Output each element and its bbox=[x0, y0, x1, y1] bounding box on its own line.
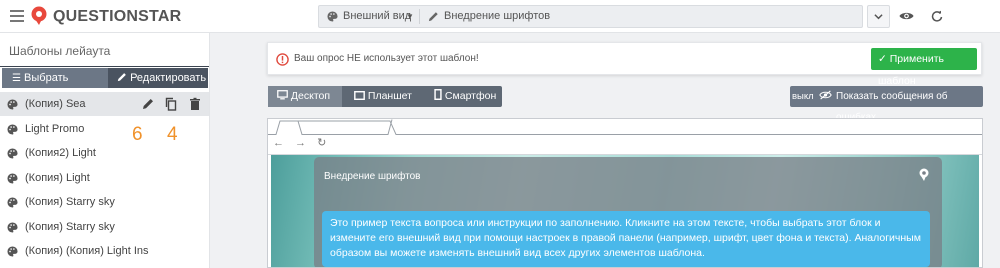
eye-off-icon bbox=[819, 86, 833, 107]
card-title: Внедрение шрифтов bbox=[324, 171, 421, 182]
alert-icon bbox=[276, 53, 289, 66]
layout-toolbar: Внешний вид ▼ Внедрение шрифтов bbox=[318, 5, 863, 28]
sidebar-divider bbox=[0, 66, 209, 67]
device-phone-tab[interactable]: Смартфон bbox=[424, 86, 502, 107]
logo-marker-icon bbox=[919, 168, 929, 181]
refresh-icon[interactable] bbox=[925, 5, 948, 28]
edit-pencil-icon[interactable] bbox=[140, 96, 156, 112]
annotation-4: 4 bbox=[167, 124, 178, 145]
palette-icon bbox=[7, 172, 18, 184]
palette-icon bbox=[7, 148, 18, 159]
device-switch: Десктоп Планшет Смартфон bbox=[268, 86, 502, 107]
template-name: (Копия) Light bbox=[25, 171, 90, 184]
alert-text: Ваш опрос НЕ использует этот шаблон! bbox=[294, 53, 479, 64]
templates-sidebar: Шаблоны лейаута ☰ Выбрать шаблон Редакти… bbox=[0, 33, 210, 268]
pencil-icon bbox=[117, 73, 126, 82]
template-alert: Ваш опрос НЕ использует этот шаблон! ✓ П… bbox=[267, 42, 982, 87]
copy-icon[interactable] bbox=[163, 96, 179, 112]
palette-icon bbox=[7, 99, 18, 110]
logo-text: QUESTIONSTAR bbox=[53, 8, 182, 25]
browser-tab bbox=[268, 119, 982, 135]
check-icon: ✓ bbox=[878, 53, 887, 65]
phone-icon bbox=[434, 89, 442, 100]
logo-icon bbox=[31, 6, 47, 25]
palette-icon bbox=[7, 246, 18, 257]
select-template-button[interactable]: ☰ Выбрать шаблон bbox=[2, 68, 108, 105]
template-name: (Копия) Sea bbox=[25, 98, 86, 110]
palette-icon bbox=[7, 123, 18, 135]
template-name: (Копия) Starry sky bbox=[25, 220, 115, 233]
list-icon: ☰ bbox=[12, 73, 21, 84]
device-desktop-tab[interactable]: Десктоп bbox=[268, 86, 342, 107]
template-name: (Копия) (Копия) Light Ins bbox=[25, 245, 149, 257]
template-name: Light Promo bbox=[25, 122, 85, 135]
template-item[interactable]: (Копия) Light bbox=[0, 166, 209, 190]
delete-icon[interactable] bbox=[187, 96, 203, 112]
palette-icon bbox=[7, 221, 18, 233]
chevron-down-icon[interactable] bbox=[867, 5, 890, 28]
top-bar: QUESTIONSTAR Внешний вид ▼ Внедрение шри… bbox=[0, 0, 1000, 33]
device-tablet-tab[interactable]: Планшет bbox=[344, 86, 422, 107]
browser-nav-icons[interactable]: ← → ↻ bbox=[273, 136, 330, 149]
device-phone-label: Смартфон bbox=[444, 90, 497, 102]
eye-icon[interactable] bbox=[895, 5, 918, 28]
template-item[interactable]: (Копия) Starry sky bbox=[0, 190, 209, 214]
apply-template-button[interactable]: ✓ Применить шаблон bbox=[871, 48, 977, 87]
appearance-menu[interactable]: Внешний вид bbox=[343, 6, 411, 27]
edit-template-button[interactable]: Редактировать bbox=[108, 68, 208, 88]
edit-template-label: Редактировать bbox=[130, 72, 207, 84]
sea-background: Внедрение шрифтов Это пример текста вопр… bbox=[271, 155, 979, 267]
survey-card: Внедрение шрифтов Это пример текста вопр… bbox=[314, 157, 942, 267]
tablet-icon bbox=[354, 91, 365, 100]
errors-state: выкл bbox=[792, 91, 814, 102]
device-desktop-label: Десктоп bbox=[290, 90, 331, 102]
menu-icon[interactable] bbox=[10, 10, 24, 22]
show-errors-toggle[interactable]: выкл Показать сообщения об ошибках bbox=[790, 86, 983, 123]
sidebar-title: Шаблоны лейаута bbox=[9, 44, 111, 58]
template-item[interactable]: (Копия) (Копия) Light Ins bbox=[0, 239, 209, 263]
template-name: (Копия) Starry sky bbox=[25, 196, 115, 208]
preview-browser-frame: ← → ↻ Внедрение шрифтов Это пример текст… bbox=[267, 118, 983, 268]
apply-template-label: Применить шаблон bbox=[878, 53, 944, 87]
question-text-block[interactable]: Это пример текста вопроса или инструкции… bbox=[322, 211, 930, 267]
font-embed-section[interactable]: Внедрение шрифтов bbox=[444, 6, 550, 27]
toolbar-divider bbox=[419, 9, 420, 24]
device-tablet-label: Планшет bbox=[367, 90, 412, 102]
template-item[interactable]: (Копия) Starry sky bbox=[0, 215, 209, 239]
pencil-icon bbox=[428, 12, 438, 22]
palette-icon bbox=[327, 11, 338, 22]
palette-icon bbox=[7, 197, 18, 208]
desktop-icon bbox=[277, 90, 288, 100]
annotation-6: 6 bbox=[132, 124, 143, 145]
template-name: (Копия2) Light bbox=[25, 147, 96, 159]
caret-down-icon[interactable]: ▼ bbox=[406, 6, 414, 27]
